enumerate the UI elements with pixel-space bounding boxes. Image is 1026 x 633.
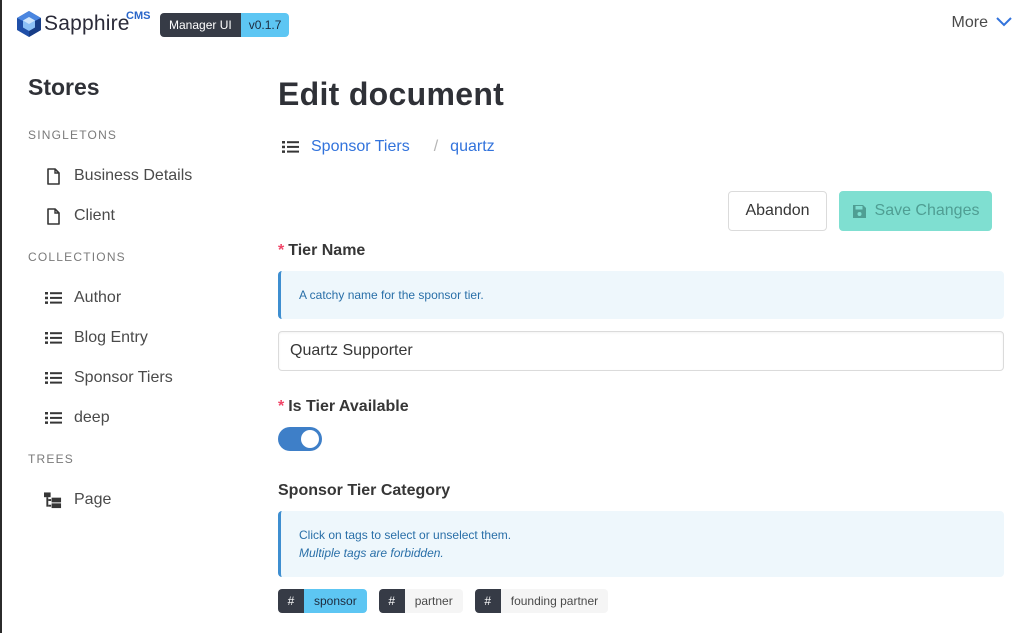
- section-heading-singletons: SINGLETONS: [28, 128, 118, 142]
- tag-label: partner: [404, 589, 463, 613]
- more-menu-button[interactable]: More: [952, 14, 1012, 32]
- sidebar-item-label: deep: [74, 409, 110, 426]
- is-tier-available-toggle[interactable]: [278, 427, 322, 451]
- breadcrumb: Sponsor Tiers / quartz: [282, 138, 495, 156]
- sidebar-item-label: Page: [74, 491, 112, 508]
- sapphire-logo-icon: [16, 10, 42, 38]
- sponsor-tier-category-label: Sponsor Tier Category: [278, 482, 451, 499]
- abandon-button[interactable]: Abandon: [728, 191, 827, 231]
- app-frame: Sapphire CMS Manager UI v0.1.7 More Stor…: [0, 0, 1026, 633]
- sidebar-item-label: Client: [74, 207, 115, 224]
- sponsor-tier-category-help: Click on tags to select or unselect them…: [278, 511, 1004, 577]
- sidebar-item-blog-entry[interactable]: Blog Entry: [44, 327, 148, 349]
- top-navbar: Sapphire CMS Manager UI v0.1.7 More: [4, 0, 1026, 52]
- tier-name-input[interactable]: Quartz Supporter: [278, 331, 1004, 371]
- chevron-down-icon: [988, 14, 1012, 32]
- breadcrumb-document[interactable]: quartz: [450, 138, 494, 156]
- tier-name-label-text: Tier Name: [288, 242, 366, 259]
- tier-name-label: * Tier Name: [278, 242, 365, 260]
- sidebar-item-label: Author: [74, 289, 122, 306]
- sidebar-item-label: Blog Entry: [74, 329, 148, 346]
- brand[interactable]: Sapphire CMS: [16, 10, 150, 38]
- tag-partner[interactable]: # partner: [378, 589, 463, 613]
- tag-sponsor[interactable]: # sponsor: [278, 589, 367, 613]
- version-badge: Manager UI v0.1.7: [160, 13, 290, 37]
- sidebar-item-label: Sponsor Tiers: [74, 369, 173, 386]
- tag-hash-icon: #: [378, 589, 405, 613]
- badge-version: v0.1.7: [240, 13, 290, 37]
- tag-founding-partner[interactable]: # founding partner: [474, 589, 609, 613]
- category-help-line-2: Multiple tags are forbidden.: [299, 546, 444, 560]
- tag-label: sponsor: [304, 589, 367, 613]
- list-icon: [282, 140, 299, 154]
- more-label: More: [951, 14, 988, 31]
- list-icon: [44, 409, 62, 427]
- sidebar-item-sponsor-tiers[interactable]: Sponsor Tiers: [44, 367, 173, 389]
- page-title: Edit document: [278, 76, 505, 112]
- breadcrumb-collection[interactable]: Sponsor Tiers: [282, 138, 410, 156]
- save-icon: [852, 204, 875, 219]
- save-changes-button[interactable]: Save Changes: [839, 191, 992, 231]
- sidebar-item-label: Business Details: [74, 167, 193, 184]
- save-changes-label: Save Changes: [874, 202, 980, 219]
- list-icon: [44, 369, 62, 387]
- category-tag-list: # sponsor # partner # founding partner: [278, 589, 609, 613]
- list-icon: [44, 329, 62, 347]
- breadcrumb-separator: /: [433, 138, 439, 155]
- section-heading-trees: TREES: [28, 452, 75, 466]
- sidebar-item-page[interactable]: Page: [44, 489, 111, 511]
- sidebar-item-client[interactable]: Client: [44, 205, 115, 227]
- brand-superscript: CMS: [126, 10, 151, 22]
- section-heading-collections: COLLECTIONS: [28, 250, 126, 264]
- toggle-knob: [301, 430, 319, 448]
- category-help-line-1: Click on tags to select or unselect them…: [299, 528, 512, 542]
- brand-name: Sapphire: [44, 12, 130, 35]
- required-mark: *: [278, 398, 285, 415]
- tag-hash-icon: #: [278, 589, 304, 613]
- badge-manager-ui: Manager UI: [160, 13, 241, 37]
- sidebar-item-business-details[interactable]: Business Details: [44, 165, 192, 187]
- tier-name-help-text: A catchy name for the sponsor tier.: [299, 288, 484, 302]
- file-icon: [44, 207, 62, 225]
- sidebar: Stores SINGLETONS Business Details Clien…: [4, 52, 244, 633]
- sidebar-title: Stores: [28, 74, 100, 100]
- list-icon: [44, 289, 62, 307]
- is-tier-available-label: * Is Tier Available: [278, 398, 409, 416]
- main-content: Edit document Sponsor Tiers / quartz Aba…: [278, 52, 1004, 633]
- tier-name-help: A catchy name for the sponsor tier.: [278, 271, 1004, 319]
- file-icon: [44, 167, 62, 185]
- tree-icon: [44, 491, 62, 509]
- tag-hash-icon: #: [474, 589, 501, 613]
- sidebar-item-deep[interactable]: deep: [44, 407, 110, 429]
- required-mark: *: [278, 242, 285, 259]
- tag-label: founding partner: [500, 589, 609, 613]
- breadcrumb-collection-label: Sponsor Tiers: [311, 138, 410, 155]
- sidebar-item-author[interactable]: Author: [44, 287, 121, 309]
- is-tier-available-label-text: Is Tier Available: [288, 398, 409, 415]
